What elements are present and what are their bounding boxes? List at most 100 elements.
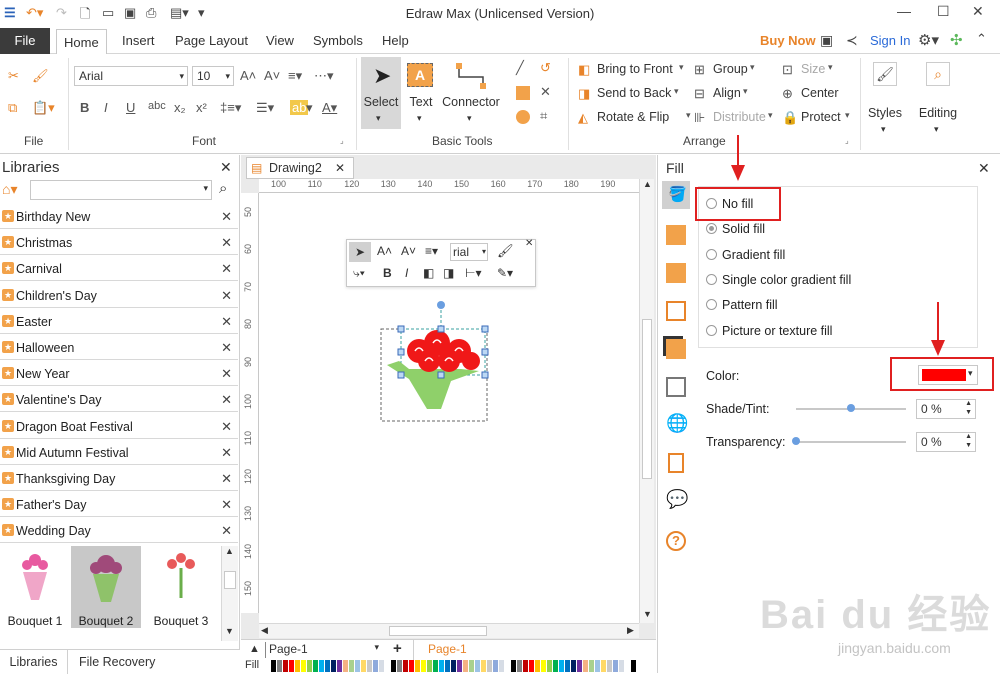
connector-style-icon[interactable]: ⤷▾ (353, 266, 365, 281)
tab-page-layout[interactable]: Page Layout (175, 28, 248, 54)
palette-swatch[interactable] (355, 660, 360, 672)
chevron-down-icon[interactable]: ▾ (750, 62, 755, 73)
palette-swatch[interactable] (589, 660, 594, 672)
palette-swatch[interactable] (601, 660, 606, 672)
chevron-down-icon[interactable]: ▾ (306, 100, 313, 116)
vertical-scrollbar[interactable]: ▲ ▼ (639, 179, 654, 623)
tab-help[interactable]: Help (382, 28, 409, 54)
rotate-flip-button[interactable]: Rotate & Flip (597, 110, 669, 124)
palette-swatch[interactable] (415, 660, 420, 672)
align-text-icon[interactable]: ≡▾ (288, 68, 302, 84)
edit-shape-icon[interactable]: ✎▾ (497, 266, 513, 280)
font-dialog-launcher-icon[interactable]: ⌟ (340, 136, 344, 145)
page-tab-active[interactable]: Page-1 (413, 640, 481, 660)
bring-to-front-button[interactable]: Bring to Front (597, 62, 673, 76)
library-item[interactable]: ★ Birthday New ✕ (0, 205, 238, 229)
fill-option-radio[interactable]: Pattern fill (706, 298, 778, 312)
palette-swatch[interactable] (457, 660, 462, 672)
comment-icon[interactable]: 💬 (666, 489, 688, 510)
close-library-icon[interactable]: ✕ (221, 366, 232, 382)
line-style-icon[interactable] (666, 225, 686, 245)
search-icon[interactable]: ⌕ (219, 180, 227, 197)
bezier-tool-icon[interactable]: ✕ (540, 84, 551, 100)
palette-swatch[interactable] (301, 660, 306, 672)
palette-swatch[interactable] (289, 660, 294, 672)
file-recovery-tab[interactable]: File Recovery (79, 650, 155, 674)
library-search-input[interactable]: ▾ (30, 180, 212, 200)
palette-swatch[interactable] (433, 660, 438, 672)
palette-swatch[interactable] (481, 660, 486, 672)
layers-icon[interactable] (666, 339, 686, 359)
float-font-select[interactable]: rial ▾ (450, 243, 488, 261)
page-select[interactable]: Page-1 ▾ (265, 642, 381, 658)
radio-button-icon[interactable] (706, 273, 717, 285)
page-left-icon[interactable]: ▲ (249, 643, 260, 655)
palette-swatch[interactable] (529, 660, 534, 672)
palette-swatch[interactable] (613, 660, 618, 672)
close-library-icon[interactable]: ✕ (221, 235, 232, 251)
shade-tint-input[interactable]: 0 % ▲ ▼ (916, 399, 976, 419)
text-tool-button[interactable]: A Text ▾ (405, 57, 437, 129)
fill-tab-button[interactable]: 🪣 (662, 181, 690, 209)
superscript-icon[interactable]: x² (196, 100, 207, 115)
close-library-icon[interactable]: ✕ (221, 471, 232, 487)
styles-button[interactable]: 🖌 Styles ▾ (865, 58, 905, 142)
palette-swatch[interactable] (397, 660, 402, 672)
scroll-thumb[interactable] (389, 626, 487, 636)
minimize-icon[interactable]: — (897, 3, 911, 19)
rotate-handle[interactable] (437, 301, 445, 309)
radio-button-icon[interactable] (706, 299, 717, 311)
fill-option-radio[interactable]: Single color gradient fill (706, 273, 851, 287)
underline-icon[interactable]: U (126, 100, 135, 115)
pointer-icon[interactable]: ➤ (349, 242, 371, 262)
library-item[interactable]: ★ Mid Autumn Festival ✕ (0, 440, 238, 465)
palette-swatch[interactable] (349, 660, 354, 672)
shade-tint-slider-knob[interactable] (847, 404, 855, 412)
library-item[interactable]: ★ Easter ✕ (0, 309, 238, 334)
palette-swatch[interactable] (427, 660, 432, 672)
palette-swatch[interactable] (307, 660, 312, 672)
palette-swatch[interactable] (631, 660, 636, 672)
align-text-icon[interactable]: ≡▾ (425, 244, 438, 258)
file-menu-tab[interactable]: File (0, 28, 50, 54)
palette-swatch[interactable] (505, 660, 510, 672)
radio-button-icon[interactable] (706, 223, 717, 235)
scroll-down-icon[interactable]: ▼ (225, 626, 234, 636)
align-button[interactable]: Align (713, 86, 741, 100)
palette-swatch[interactable] (463, 660, 468, 672)
italic-icon[interactable]: I (405, 266, 408, 280)
strikethrough-icon[interactable]: abc (148, 100, 166, 112)
palette-swatch[interactable] (295, 660, 300, 672)
line-spacing-icon[interactable]: ‡≡▾ (220, 100, 241, 116)
palette-swatch[interactable] (361, 660, 366, 672)
document-tab[interactable]: ▤ Drawing2 ✕ (246, 157, 354, 179)
fill-option-radio[interactable]: Picture or texture fill (706, 324, 832, 338)
palette-swatch[interactable] (271, 660, 276, 672)
image-icon[interactable] (666, 301, 686, 321)
palette-swatch[interactable] (313, 660, 318, 672)
palette-swatch[interactable] (577, 660, 582, 672)
help-icon[interactable]: ? (666, 531, 686, 551)
italic-icon[interactable]: I (104, 100, 108, 115)
scroll-up-icon[interactable]: ▲ (225, 546, 234, 556)
fill-option-radio[interactable]: Solid fill (706, 222, 765, 236)
font-size-select[interactable]: 10 ▾ (192, 66, 234, 86)
chevron-down-icon[interactable]: ▾ (686, 110, 691, 121)
shadow-icon[interactable] (666, 263, 686, 283)
cut-icon[interactable]: ✂ (8, 68, 19, 84)
paste-icon[interactable]: 📋▾ (32, 100, 55, 116)
group-button[interactable]: Group (713, 62, 748, 76)
bouquet-3-thumbnail[interactable]: Bouquet 3 (146, 546, 216, 628)
shrink-font-icon[interactable]: A˅ (401, 244, 416, 258)
chevron-down-icon[interactable]: ▾ (679, 62, 684, 73)
close-library-icon[interactable]: ✕ (221, 340, 232, 356)
center-button[interactable]: Center (801, 86, 839, 100)
palette-swatch[interactable] (595, 660, 600, 672)
palette-swatch[interactable] (283, 660, 288, 672)
close-library-icon[interactable]: ✕ (221, 497, 232, 513)
palette-swatch[interactable] (409, 660, 414, 672)
close-tab-icon[interactable]: ✕ (335, 158, 345, 178)
library-item[interactable]: ★ Wedding Day ✕ (0, 519, 238, 544)
palette-swatch[interactable] (523, 660, 528, 672)
font-family-select[interactable]: Arial ▾ (74, 66, 188, 86)
